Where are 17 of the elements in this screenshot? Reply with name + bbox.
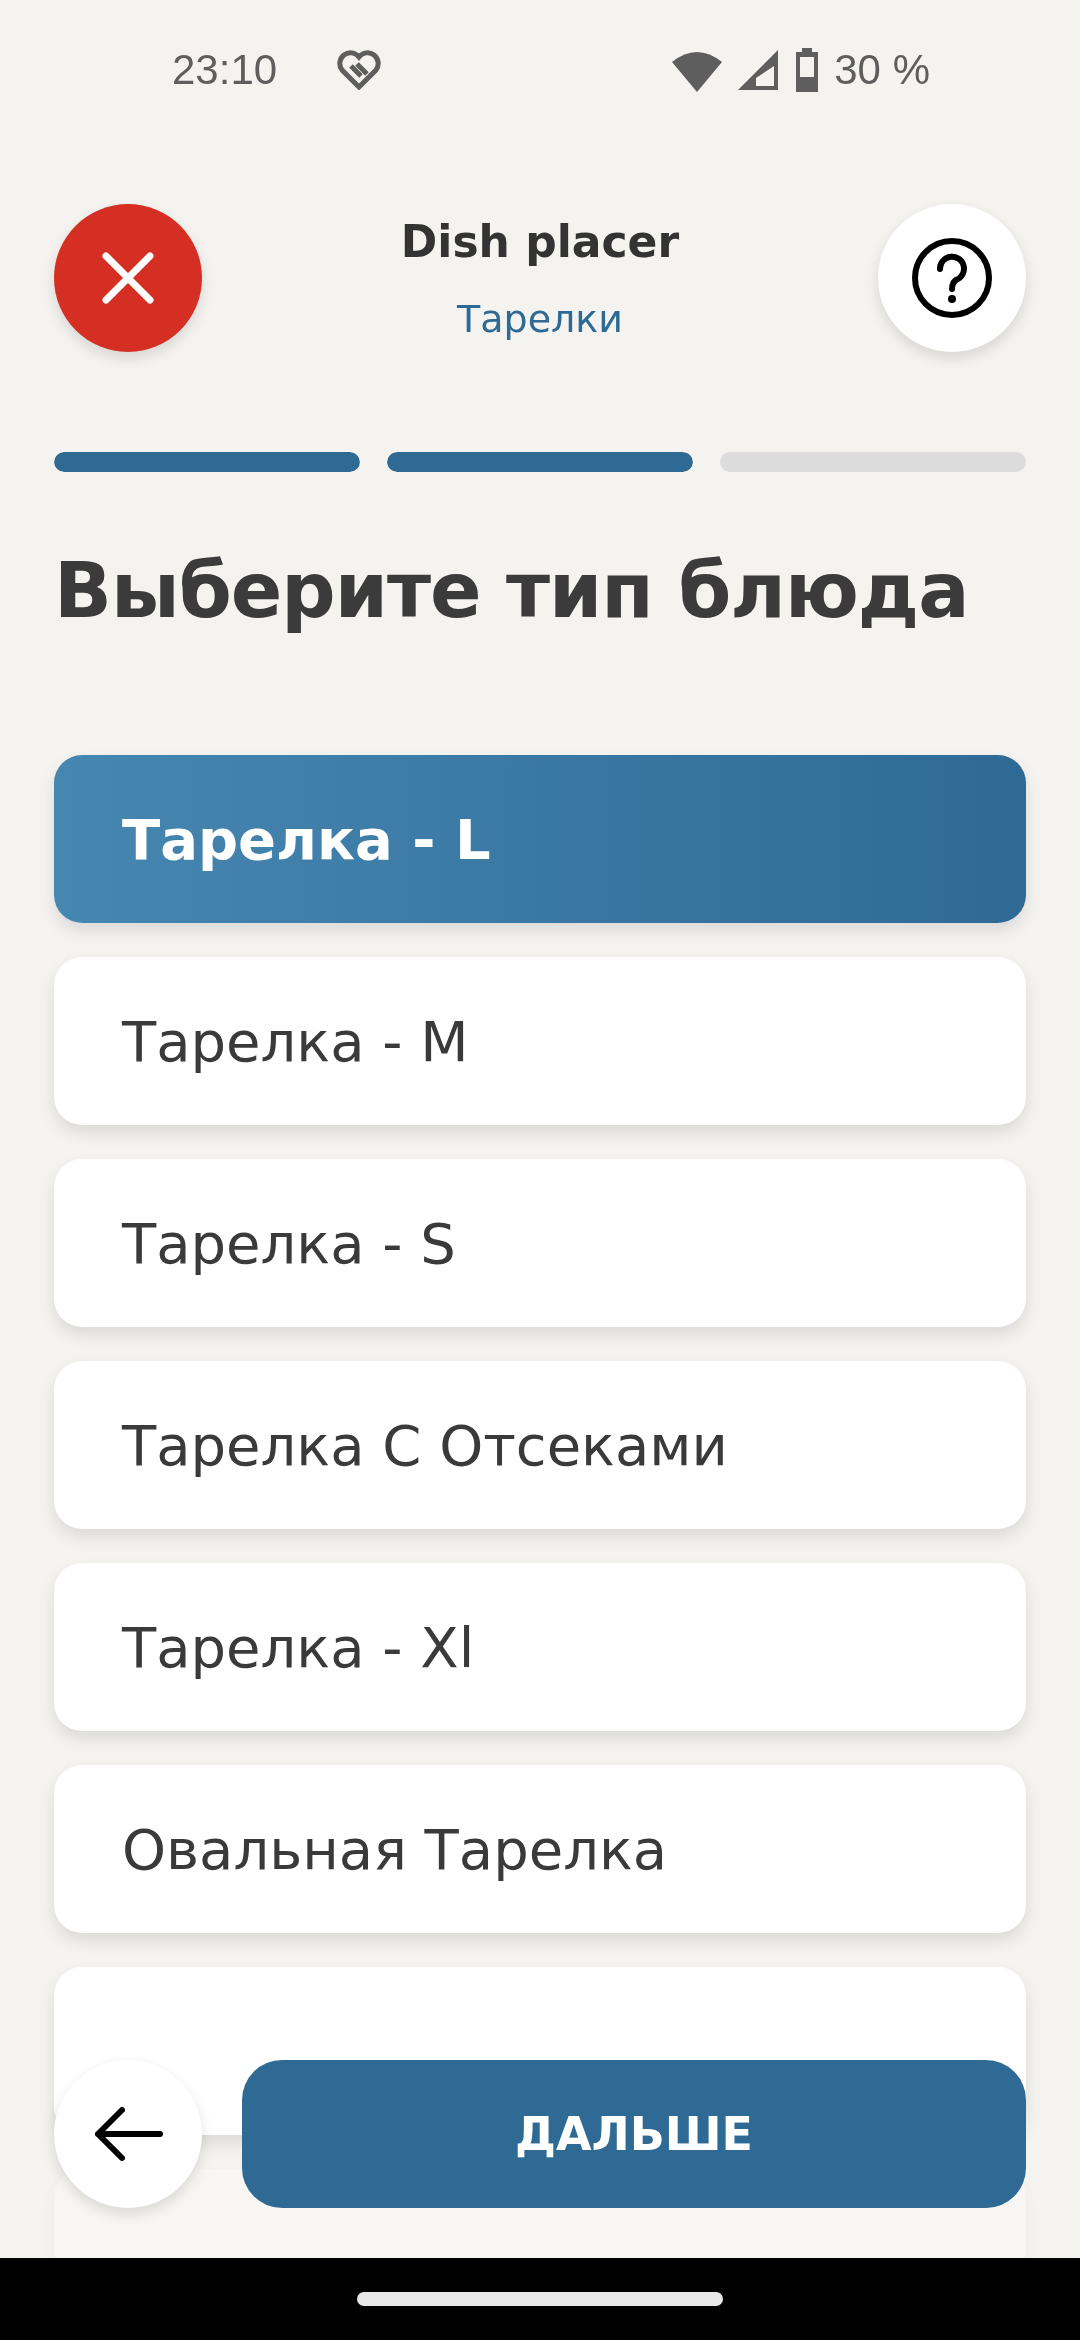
battery-icon (794, 48, 821, 92)
battery-percent: 30 % (834, 46, 930, 94)
category-subtitle: Тарелки (457, 296, 623, 341)
back-arrow-icon (92, 2104, 164, 2164)
heart-icon (337, 50, 382, 90)
signal-icon (736, 48, 781, 92)
help-icon (910, 236, 994, 320)
dish-option[interactable]: Тарелка - Xl (54, 1563, 1026, 1731)
status-time: 23:10 (172, 46, 278, 94)
dish-option[interactable]: Тарелка С Отсеками (54, 1361, 1026, 1529)
dish-option[interactable]: Тарелка - S (54, 1159, 1026, 1327)
next-button[interactable]: ДАЛЬШЕ (242, 2060, 1026, 2208)
app-title: Dish placer (400, 215, 680, 267)
dish-option[interactable]: Овальная Тарелка (54, 1765, 1026, 1933)
dish-option[interactable]: Тарелка - M (54, 957, 1026, 1125)
dish-option[interactable]: Тарелка - L (54, 755, 1026, 923)
page-heading: Выберите тип блюда (54, 546, 970, 635)
